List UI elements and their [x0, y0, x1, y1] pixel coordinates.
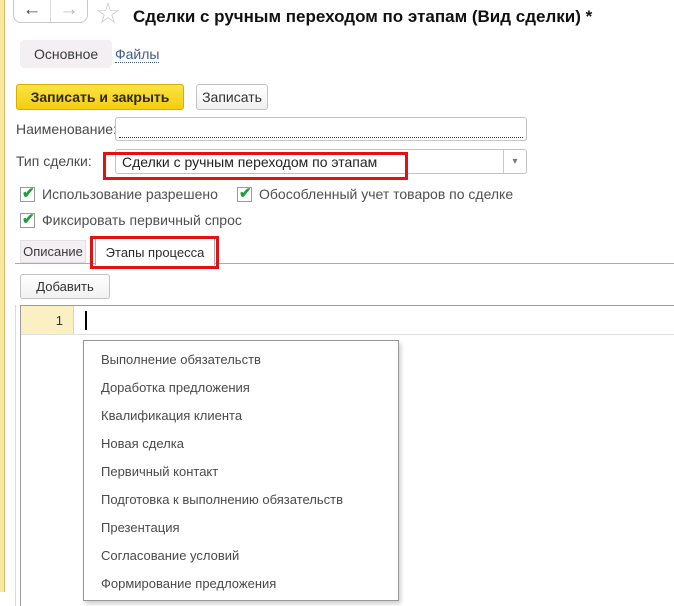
table-row: 1 [21, 306, 674, 335]
checkbox-usage-allowed-label: Использование разрешено [42, 186, 218, 202]
check-icon: ✔ [22, 211, 35, 228]
history-nav-group: ← → [13, 0, 88, 23]
back-arrow-icon: ← [22, 0, 42, 20]
dropdown-option[interactable]: Подготовка к выполнению обязательств [84, 486, 398, 514]
dropdown-option[interactable]: Новая сделка [84, 430, 398, 458]
name-field-label: Наименование: [16, 121, 117, 137]
dropdown-option[interactable]: Выполнение обязательств [84, 346, 398, 374]
checkbox-fix-primary-demand-label: Фиксировать первичный спрос [42, 212, 242, 228]
chevron-down-icon: ▾ [512, 156, 518, 167]
back-button[interactable]: ← [14, 0, 50, 22]
dropdown-option[interactable]: Доработка предложения [84, 374, 398, 402]
deal-type-dropdown-button[interactable]: ▾ [503, 150, 526, 173]
form-group-border [15, 305, 16, 606]
dropdown-option[interactable]: Квалификация клиента [84, 402, 398, 430]
nav-link-files[interactable]: Файлы [115, 46, 160, 63]
tab-process-stages[interactable]: Этапы процесса [95, 238, 215, 265]
dropdown-option[interactable]: Презентация [84, 514, 398, 542]
nav-tab-main[interactable]: Основное [20, 40, 113, 68]
checkbox-separate-goods-accounting[interactable]: ✔ [237, 185, 252, 202]
required-field-underline [119, 137, 523, 138]
save-and-close-button[interactable]: Записать и закрыть [16, 84, 184, 110]
forward-arrow-icon: → [59, 0, 79, 20]
text-cursor [85, 311, 87, 330]
checkbox-fix-primary-demand[interactable]: ✔ [20, 211, 35, 228]
stage-options-dropdown: Выполнение обязательств Доработка предло… [83, 340, 399, 601]
dropdown-option[interactable]: Первичный контакт [84, 458, 398, 486]
check-icon: ✔ [239, 185, 252, 202]
dropdown-option[interactable]: Согласование условий [84, 542, 398, 570]
deal-type-label: Тип сделки: [16, 153, 92, 169]
check-icon: ✔ [22, 185, 35, 202]
add-row-button[interactable]: Добавить [20, 274, 110, 299]
checkbox-usage-allowed[interactable]: ✔ [20, 185, 35, 202]
name-field-wrapper [115, 117, 527, 141]
save-button[interactable]: Записать [196, 84, 268, 110]
tab-description[interactable]: Описание [20, 240, 86, 263]
row-number-cell[interactable]: 1 [21, 306, 74, 334]
forward-button[interactable]: → [50, 0, 87, 22]
favorites-star-icon[interactable]: ☆ [95, 0, 121, 29]
dropdown-option[interactable]: Формирование предложения [84, 570, 398, 598]
stage-name-edit-cell[interactable] [74, 306, 674, 334]
window-edge-strip [0, 0, 5, 592]
deal-type-combobox: ▾ [115, 149, 527, 174]
checkbox-separate-goods-accounting-label: Обособленный учет товаров по сделке [259, 186, 514, 202]
page-title: Сделки с ручным переходом по этапам (Вид… [133, 7, 593, 26]
deal-type-input[interactable] [116, 150, 503, 173]
